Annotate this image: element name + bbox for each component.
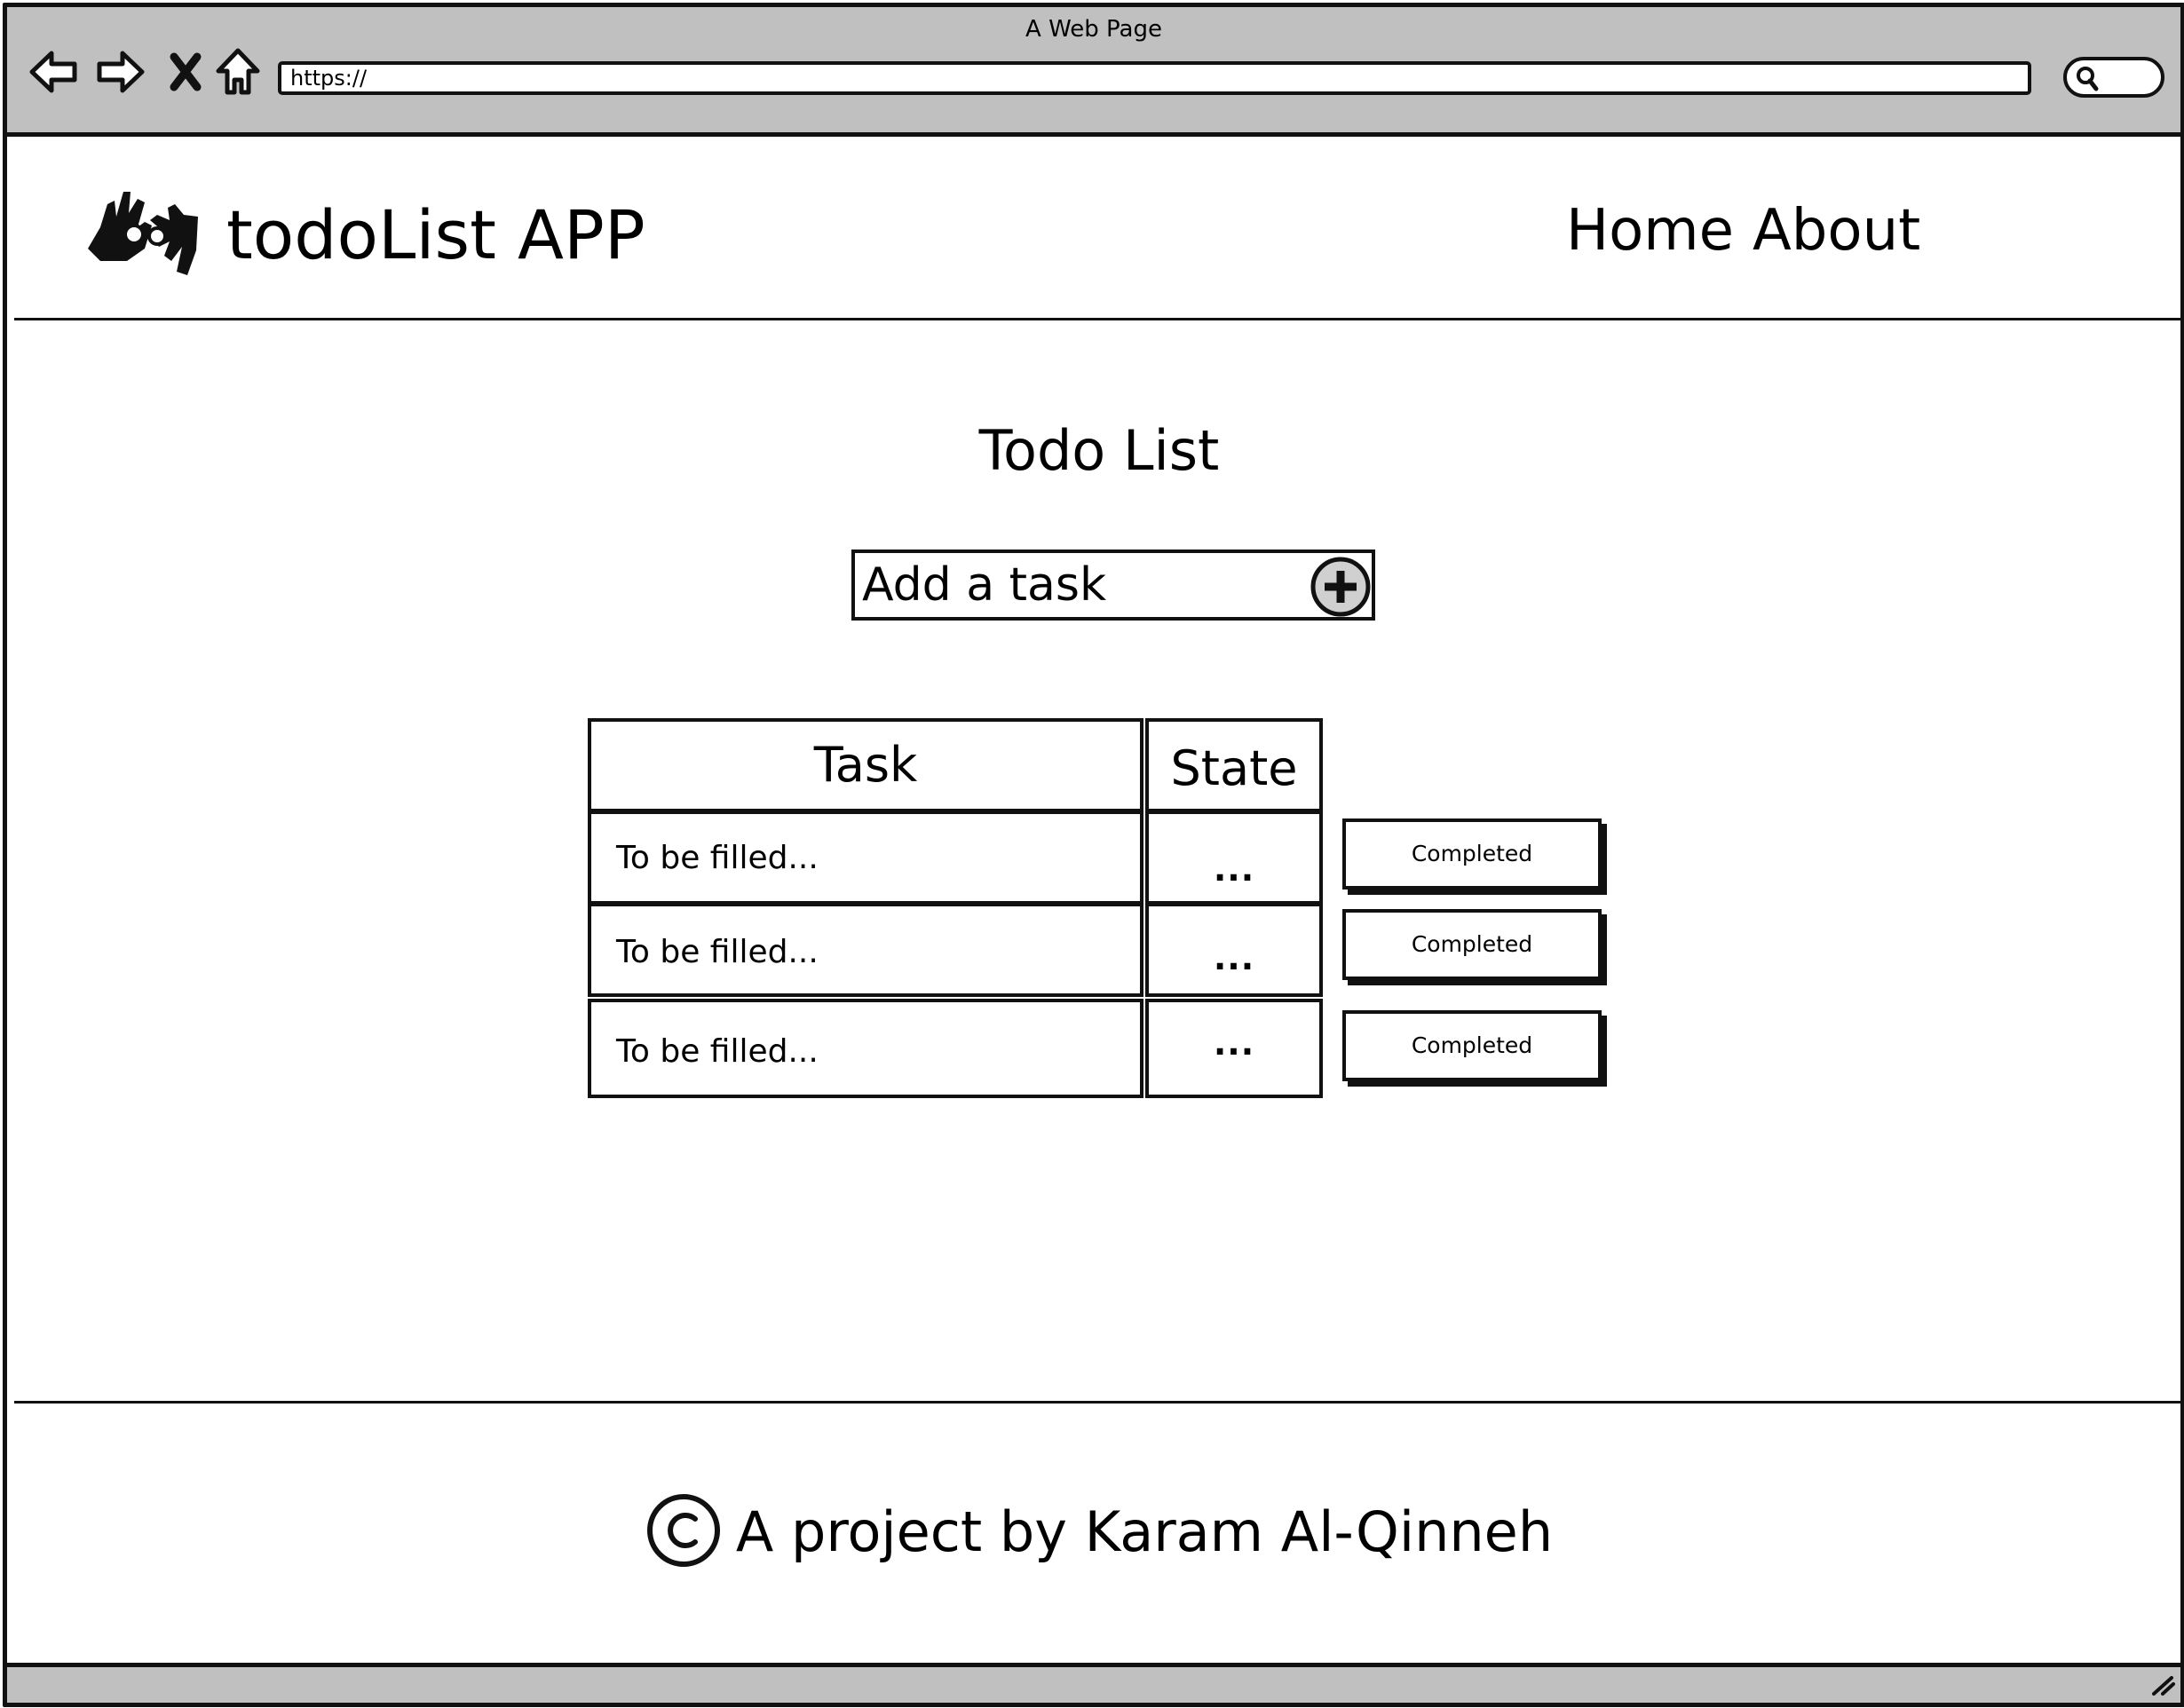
completed-button[interactable]: Completed	[1342, 909, 1602, 980]
header-divider	[14, 318, 2180, 320]
table-header-task: Task	[588, 718, 1143, 812]
completed-button[interactable]: Completed	[1342, 1010, 1602, 1081]
table-row-state-cell: ...	[1145, 903, 1323, 997]
table-row-task-cell: To be filled...	[588, 903, 1143, 997]
nav-home-link[interactable]: Home	[1566, 195, 1734, 266]
table-row-state-cell: ...	[1145, 811, 1323, 905]
resize-grip-icon[interactable]	[2148, 1672, 2175, 1699]
table-header-state: State	[1145, 718, 1323, 812]
forward-arrow-icon[interactable]	[92, 44, 147, 99]
plus-circle-icon[interactable]	[1310, 556, 1372, 621]
footer: A project by Karam Al-Qinneh	[7, 1488, 2180, 1577]
search-icon	[2077, 67, 2099, 91]
footer-divider	[14, 1401, 2180, 1404]
back-arrow-icon[interactable]	[27, 44, 82, 99]
browser-search-box[interactable]	[2063, 57, 2164, 98]
completed-button[interactable]: Completed	[1342, 818, 1602, 890]
url-bar[interactable]: https://	[278, 61, 2031, 95]
table-row-task-cell: To be filled...	[588, 999, 1143, 1098]
browser-window: A Web Page https:// todoList APP Home Ab…	[3, 3, 2184, 1707]
sign-language-hands-icon	[83, 185, 203, 282]
table-row-task-cell: To be filled...	[588, 811, 1143, 905]
table-row-state-cell: ...	[1145, 999, 1323, 1098]
page-title: Todo List	[978, 418, 1220, 483]
footer-credit: A project by Karam Al-Qinneh	[735, 1499, 1554, 1564]
window-title: A Web Page	[1025, 16, 1162, 43]
copyright-icon	[645, 1492, 722, 1572]
home-icon[interactable]	[211, 44, 266, 99]
close-x-icon[interactable]	[160, 44, 215, 99]
app-title: todoList APP	[226, 195, 645, 274]
add-task-field	[851, 550, 1375, 621]
add-task-input[interactable]	[862, 558, 1306, 612]
browser-toolbar: A Web Page https://	[7, 7, 2180, 137]
nav-about-link[interactable]: About	[1753, 195, 1920, 266]
browser-status-bar	[7, 1663, 2180, 1703]
